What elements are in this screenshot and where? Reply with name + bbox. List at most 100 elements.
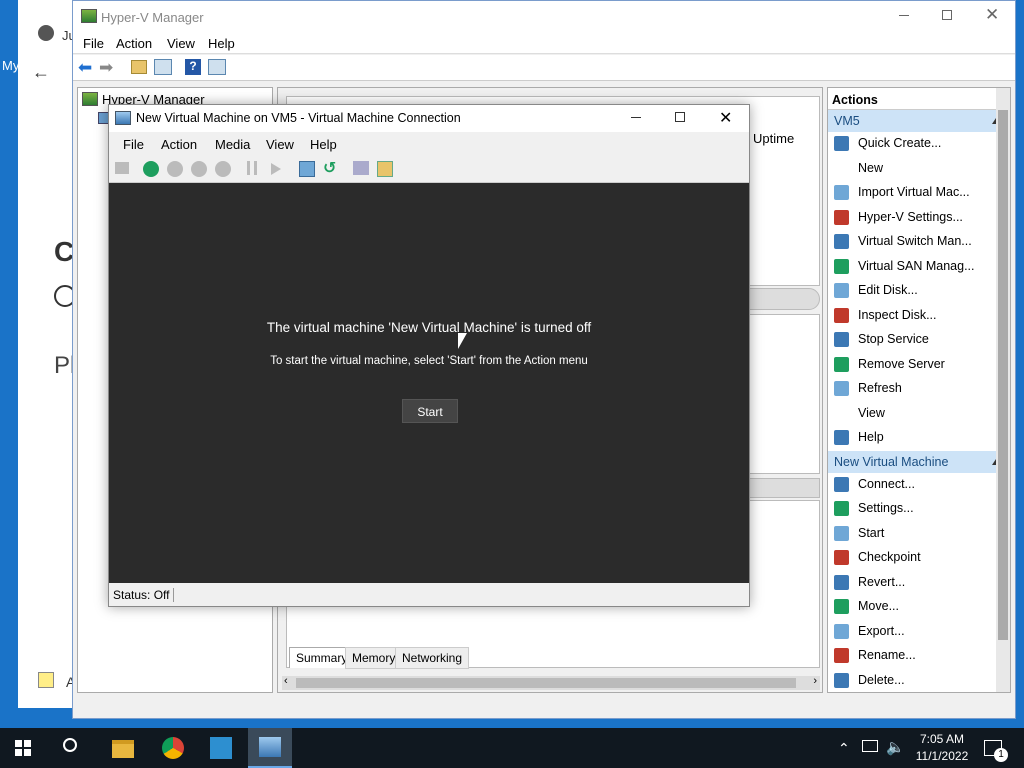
back-icon[interactable]: ⬅ xyxy=(78,58,92,78)
checkpoint-icon[interactable] xyxy=(299,161,315,177)
vm-action-item[interactable]: Revert... xyxy=(828,571,1010,596)
enhanced-session-icon xyxy=(353,161,369,175)
server-action-item[interactable]: Remove Server xyxy=(828,353,1010,378)
server-action-item[interactable]: Virtual SAN Manag... xyxy=(828,255,1010,280)
minimize-icon[interactable] xyxy=(899,15,909,16)
scroll-left-icon[interactable]: ‹ xyxy=(284,675,288,687)
volume-icon[interactable]: 🔈 xyxy=(886,738,905,756)
share-icon[interactable] xyxy=(377,161,393,177)
resume-icon xyxy=(271,163,281,175)
vm-action-item[interactable]: Settings... xyxy=(828,497,1010,522)
start-icon[interactable] xyxy=(15,740,31,756)
tab-memory[interactable]: Memory xyxy=(345,647,403,669)
action-icon xyxy=(834,406,849,421)
taskbar: ⌃ 🔈 7:05 AM 11/1/2022 1 xyxy=(0,728,1024,768)
server-action-item[interactable]: New xyxy=(828,157,1010,182)
hyperv-icon xyxy=(81,9,97,23)
hyperv-taskbar-button[interactable] xyxy=(248,728,292,768)
action-label: Revert... xyxy=(858,574,906,589)
menu-action[interactable]: Action xyxy=(116,36,152,51)
action-label: Connect... xyxy=(858,476,915,491)
action-label: New xyxy=(858,160,884,175)
server-action-item[interactable]: Inspect Disk... xyxy=(828,304,1010,329)
chevron-up-icon[interactable]: ⌃ xyxy=(838,740,850,757)
title-bar[interactable]: Hyper-V Manager ✕ xyxy=(73,1,1015,32)
maximize-icon[interactable] xyxy=(942,10,952,20)
close-icon[interactable]: ✕ xyxy=(719,108,732,128)
action-label: Import Virtual Mac... xyxy=(858,185,970,199)
up-folder-icon[interactable] xyxy=(131,60,147,74)
start-button[interactable]: Start xyxy=(402,399,458,423)
action-label: Help xyxy=(858,430,884,444)
back-arrow-icon[interactable]: ← xyxy=(32,62,50,83)
network-icon[interactable] xyxy=(862,740,878,752)
actions-section-vm[interactable]: New Virtual Machine xyxy=(828,450,1010,473)
shutdown-icon xyxy=(191,161,207,177)
server-action-item[interactable]: Stop Service xyxy=(828,328,1010,353)
vm-action-item[interactable]: Checkpoint xyxy=(828,546,1010,571)
action-label: Refresh xyxy=(858,381,902,395)
window-title: Hyper-V Manager xyxy=(101,10,204,25)
save-icon xyxy=(215,161,231,177)
menu-file[interactable]: File xyxy=(83,36,104,51)
desktop-label: My xyxy=(2,58,20,73)
status-text: Status: Off xyxy=(113,588,175,602)
scroll-thumb[interactable] xyxy=(296,678,796,688)
file-explorer-icon[interactable] xyxy=(112,740,134,758)
clock-time[interactable]: 7:05 AM xyxy=(912,732,972,746)
server-action-item[interactable]: Refresh xyxy=(828,377,1010,402)
revert-icon[interactable]: ↺ xyxy=(323,158,336,178)
maximize-icon[interactable] xyxy=(675,112,685,122)
action-label: Rename... xyxy=(858,648,916,662)
action-label: Stop Service xyxy=(858,332,929,346)
close-icon[interactable]: ✕ xyxy=(985,5,999,25)
hyperv-icon xyxy=(259,737,281,757)
menu-help[interactable]: Help xyxy=(310,137,337,152)
menu-media[interactable]: Media xyxy=(215,137,250,152)
search-icon[interactable] xyxy=(63,738,77,752)
clock-date[interactable]: 11/1/2022 xyxy=(912,749,972,763)
box-icon xyxy=(38,672,54,688)
menu-view[interactable]: View xyxy=(167,36,195,51)
menu-view[interactable]: View xyxy=(266,137,294,152)
pause-icon xyxy=(247,161,257,175)
server-manager-icon[interactable] xyxy=(210,737,232,759)
scroll-thumb[interactable] xyxy=(998,110,1008,640)
menu-help[interactable]: Help xyxy=(208,36,235,51)
tab-networking[interactable]: Networking xyxy=(395,647,470,669)
col-uptime[interactable]: Uptime xyxy=(753,131,794,146)
server-action-item[interactable]: Edit Disk... xyxy=(828,279,1010,304)
action-label: Export... xyxy=(858,623,905,638)
forward-icon[interactable]: ➡ xyxy=(99,58,113,78)
hyperv-manager-icon xyxy=(82,92,98,106)
vm-action-item[interactable]: Export... xyxy=(828,620,1010,645)
actions-scrollbar[interactable] xyxy=(996,88,1010,692)
menu-file[interactable]: File xyxy=(123,137,144,152)
menu-action[interactable]: Action xyxy=(161,137,197,152)
action-label: Delete... xyxy=(858,672,905,687)
server-action-item[interactable]: View xyxy=(828,402,1010,427)
server-action-item[interactable]: Help xyxy=(828,426,1010,451)
server-action-item[interactable]: Virtual Switch Man... xyxy=(828,230,1010,255)
start-icon[interactable] xyxy=(143,161,159,177)
vm-action-item[interactable]: Delete... xyxy=(828,669,1010,693)
show-hide-tree-icon[interactable] xyxy=(154,59,172,75)
scroll-right-icon[interactable]: › xyxy=(813,675,817,687)
title-bar[interactable]: New Virtual Machine on VM5 - Virtual Mac… xyxy=(109,105,749,132)
action-label: View xyxy=(858,405,885,420)
actions-section-vm5[interactable]: VM5 xyxy=(828,110,1010,132)
show-hide-actions-icon[interactable] xyxy=(208,59,226,75)
minimize-icon[interactable] xyxy=(631,117,641,118)
vm-action-item[interactable]: Rename... xyxy=(828,644,1010,669)
vm-action-item[interactable]: Start xyxy=(828,522,1010,547)
server-action-item[interactable]: Quick Create... xyxy=(828,132,1010,157)
vm-action-item[interactable]: Connect... xyxy=(828,473,1010,498)
server-action-item[interactable]: Hyper-V Settings... xyxy=(828,206,1010,231)
chrome-icon[interactable] xyxy=(162,737,184,759)
horizontal-scrollbar[interactable]: ‹ › xyxy=(282,675,820,690)
server-action-item[interactable]: Import Virtual Mac... xyxy=(828,181,1010,206)
help-icon[interactable]: ? xyxy=(185,59,201,75)
vm-action-item[interactable]: Move... xyxy=(828,595,1010,620)
toolbar: ⬅ ➡ ? xyxy=(73,55,1015,81)
vm-display[interactable]: The virtual machine 'New Virtual Machine… xyxy=(109,183,749,583)
